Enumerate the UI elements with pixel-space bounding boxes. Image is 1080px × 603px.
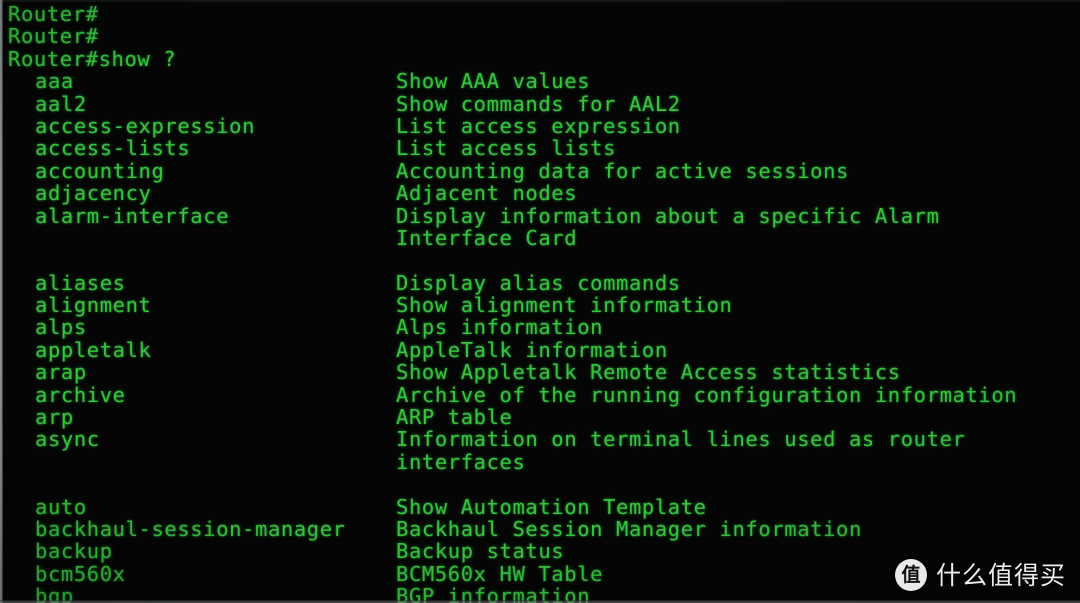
command-keyword: accounting bbox=[35, 158, 165, 183]
watermark-label: 什么值得买 bbox=[935, 560, 1066, 590]
terminal-line: archive Archive of the running configurat… bbox=[0, 382, 1080, 407]
terminal-line: appletalk AppleTalk information bbox=[0, 337, 1080, 362]
terminal-line: aal2 Show commands for AAL2 bbox=[0, 91, 1080, 116]
terminal-output: Router# Router# Router#show ? aaa Show AAA v… bbox=[0, 0, 1080, 603]
terminal-line: alps Alps information bbox=[0, 315, 1080, 340]
terminal-line: auto Show Automation Template bbox=[0, 494, 1080, 519]
terminal-line: alignment Show alignment information bbox=[0, 293, 1080, 318]
command-description: Show Appletalk Remote Access statistics bbox=[396, 360, 901, 385]
terminal-line: Router# bbox=[0, 2, 1080, 26]
terminal-line: alarm-interface Display information about… bbox=[0, 203, 1080, 228]
terminal-line: Router# bbox=[0, 24, 1080, 49]
terminal-line: arap Show Appletalk Remote Access statist… bbox=[0, 360, 1080, 385]
command-keyword: archive bbox=[35, 382, 126, 407]
command-description: Interface Card bbox=[396, 225, 578, 250]
watermark-logo-icon: 值 bbox=[894, 559, 927, 591]
command-description: Backup status bbox=[396, 539, 565, 564]
command-keyword: auto bbox=[35, 494, 87, 519]
command-keyword: aliases bbox=[35, 270, 126, 295]
watermark: 值 什么值得买 bbox=[894, 559, 1066, 591]
command-keyword: async bbox=[35, 427, 100, 452]
command-description: Information on terminal lines used as ro… bbox=[396, 427, 966, 452]
command-description: Show AAA values bbox=[396, 69, 591, 94]
command-keyword: access-expression bbox=[35, 113, 256, 138]
command-description: Archive of the running configuration inf… bbox=[396, 382, 1018, 407]
terminal-line: interfaces bbox=[0, 449, 1080, 474]
command-description: BCM560x HW Table bbox=[396, 561, 604, 586]
command-keyword: arap bbox=[35, 360, 87, 385]
command-description: AppleTalk information bbox=[396, 337, 668, 362]
terminal-line: Interface Card bbox=[0, 225, 1080, 250]
command-description: Show alignment information bbox=[396, 293, 733, 318]
command-keyword: backhaul-session-manager bbox=[35, 516, 346, 541]
terminal-screen[interactable]: Router# Router# Router#show ? aaa Show AAA v… bbox=[0, 0, 1080, 603]
command-keyword: aaa bbox=[35, 69, 74, 94]
command-keyword: alarm-interface bbox=[35, 203, 230, 228]
command-description: Display alias commands bbox=[396, 270, 681, 295]
terminal-line: adjacency Adjacent nodes bbox=[0, 181, 1080, 206]
terminal-line: access-expression List access expression bbox=[0, 113, 1080, 138]
terminal-line: async Information on terminal lines used … bbox=[0, 427, 1080, 452]
command-keyword: bcm560x bbox=[35, 561, 126, 586]
command-description: Backhaul Session Manager information bbox=[396, 516, 862, 541]
terminal-line: arp ARP table bbox=[0, 405, 1080, 430]
terminal-line: accounting Accounting data for active ses… bbox=[0, 158, 1080, 183]
command-description: Show commands for AAL2 bbox=[396, 91, 681, 116]
terminal-line: backhaul-session-manager Backhaul Session… bbox=[0, 516, 1080, 541]
command-description: ARP table bbox=[396, 405, 513, 430]
command-description: Show Automation Template bbox=[396, 494, 707, 519]
command-keyword: appletalk bbox=[35, 337, 152, 362]
command-keyword: aal2 bbox=[35, 91, 87, 116]
command-description: List access lists bbox=[396, 136, 617, 161]
command-description: Accounting data for active sessions bbox=[396, 158, 849, 183]
terminal-line: access-lists List access lists bbox=[0, 136, 1080, 161]
shell-prompt: Router# bbox=[8, 2, 99, 26]
command-keyword: alps bbox=[35, 315, 87, 340]
shell-prompt: Router# bbox=[8, 24, 99, 49]
command-keyword: alignment bbox=[35, 293, 152, 318]
command-description: List access expression bbox=[396, 113, 681, 138]
terminal-line: Router#show ? bbox=[0, 46, 1080, 71]
command-keyword: adjacency bbox=[35, 181, 152, 206]
command-keyword: access-lists bbox=[35, 136, 191, 161]
command-description: interfaces bbox=[396, 449, 526, 474]
command-keyword: arp bbox=[35, 405, 74, 430]
terminal-line: aliases Display alias commands bbox=[0, 270, 1080, 295]
terminal-line: aaa Show AAA values bbox=[0, 69, 1080, 94]
command-description: Adjacent nodes bbox=[396, 181, 578, 206]
command-description: Alps information bbox=[396, 315, 604, 340]
shell-prompt: Router#show ? bbox=[8, 46, 177, 71]
command-keyword: backup bbox=[35, 539, 113, 564]
command-description: Display information about a specific Ala… bbox=[396, 203, 940, 228]
